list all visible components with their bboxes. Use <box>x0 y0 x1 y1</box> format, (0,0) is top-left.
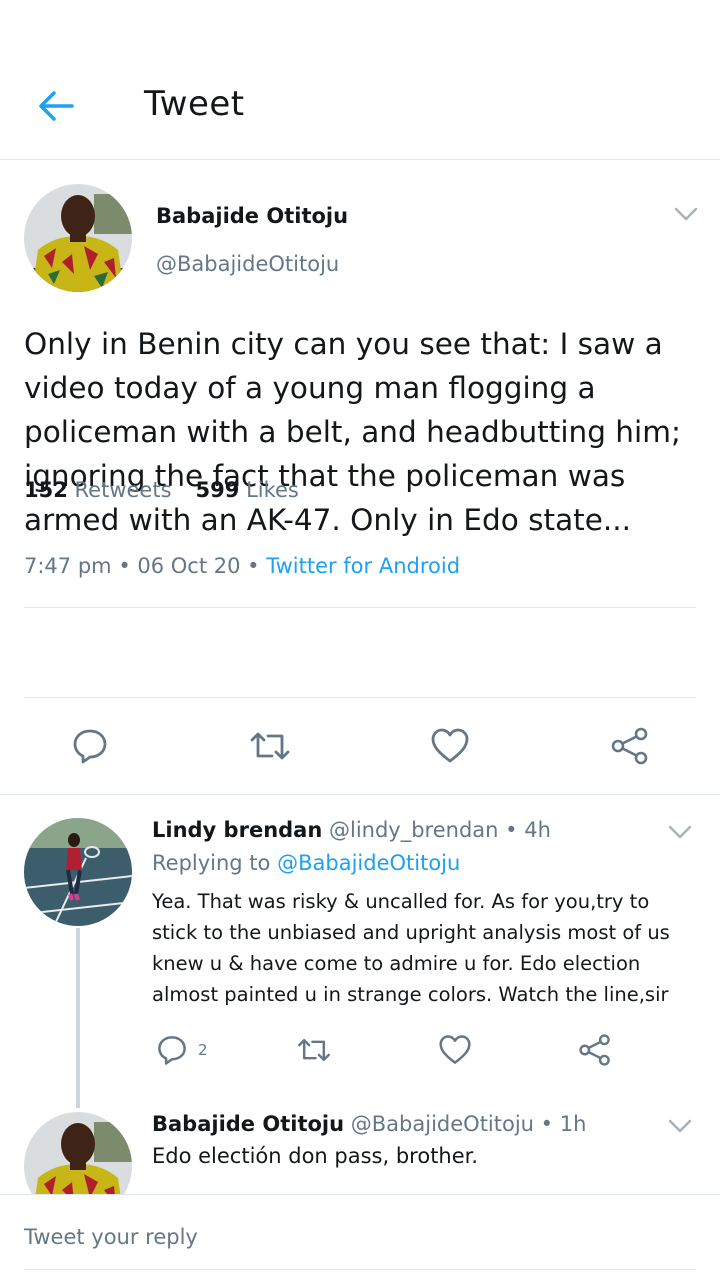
replying-label: Replying to <box>152 851 271 875</box>
reply-author-handle[interactable]: @BabajideOtitoju <box>351 1112 534 1136</box>
reply-author-handle[interactable]: @lindy_brendan <box>329 818 498 842</box>
reply-button[interactable]: 2 <box>156 1030 208 1070</box>
replying-to: Replying to @BabajideOtitoju <box>152 851 460 875</box>
separator-dot: • <box>540 1112 560 1136</box>
reply-button[interactable] <box>68 724 112 768</box>
reply-text: Edo electión don pass, brother. <box>152 1144 479 1168</box>
retweet-button[interactable] <box>248 724 292 768</box>
reply-author-name[interactable]: Babajide Otitoju <box>152 1112 344 1136</box>
retweet-button[interactable] <box>296 1030 332 1070</box>
author-handle[interactable]: @BabajideOtitoju <box>156 252 339 276</box>
separator-dot: • <box>505 818 525 842</box>
back-button[interactable] <box>30 84 82 128</box>
reply-age: 1h <box>559 1112 587 1136</box>
status-bar <box>0 0 720 56</box>
share-icon <box>611 727 648 765</box>
chevron-down-icon[interactable] <box>666 1116 694 1136</box>
retweet-label: Retweets <box>74 478 172 502</box>
tweet-text: Only in Benin city can you see that: I s… <box>24 327 681 537</box>
share-button[interactable] <box>578 1030 612 1070</box>
avatar[interactable] <box>24 184 132 292</box>
divider <box>24 697 696 698</box>
separator-dot: • <box>247 554 267 578</box>
section-divider <box>0 794 720 795</box>
avatar-photo <box>24 818 132 926</box>
reply-header: Babajide Otitoju @BabajideOtitoju • 1h <box>152 1112 586 1136</box>
reply-count: 2 <box>198 1041 208 1059</box>
divider <box>24 607 696 608</box>
reply-header: Lindy brendan @lindy_brendan • 4h <box>152 818 551 842</box>
heart-icon <box>431 728 469 763</box>
heart-icon <box>439 1035 471 1064</box>
input-underline <box>24 1269 696 1270</box>
tweet-stats: 152 Retweets 599 Likes <box>24 478 299 502</box>
share-button[interactable] <box>608 724 652 768</box>
tweet-source[interactable]: Twitter for Android <box>266 554 460 578</box>
chevron-down-icon[interactable] <box>672 204 700 224</box>
separator-dot: • <box>118 554 138 578</box>
share-icon <box>579 1034 610 1066</box>
page-title: Tweet <box>144 84 245 124</box>
chevron-down-icon[interactable] <box>666 822 694 842</box>
app-bar: Tweet <box>0 56 720 160</box>
author-name[interactable]: Babajide Otitoju <box>156 204 348 228</box>
reply-author-name[interactable]: Lindy brendan <box>152 818 322 842</box>
like-count: 599 <box>195 478 240 502</box>
reply-text: Yea. That was risky & uncalled for. As f… <box>152 890 670 1006</box>
retweet-icon <box>250 732 290 760</box>
retweet-icon <box>298 1038 330 1062</box>
tweet-meta: 7:47 pm • 06 Oct 20 • Twitter for Androi… <box>24 554 460 578</box>
retweet-count: 152 <box>24 478 68 502</box>
tweet-time: 7:47 pm <box>24 554 112 578</box>
reply-composer <box>0 1194 720 1280</box>
like-stat[interactable]: 599 Likes <box>196 478 299 502</box>
avatar-photo <box>24 184 132 292</box>
like-label: Likes <box>246 478 299 502</box>
like-button[interactable] <box>428 724 472 768</box>
thread-line <box>76 928 80 1108</box>
reply-age: 4h <box>524 818 551 842</box>
arrow-left-icon <box>39 91 74 121</box>
retweet-stat[interactable]: 152 Retweets <box>24 478 172 502</box>
reply-icon <box>73 729 107 764</box>
replying-to-handle[interactable]: @BabajideOtitoju <box>277 851 460 875</box>
like-button[interactable] <box>438 1030 472 1070</box>
avatar[interactable] <box>24 818 132 926</box>
reply-input[interactable] <box>24 1225 684 1249</box>
tweet-date: 06 Oct 20 <box>137 554 241 578</box>
reply-icon <box>158 1036 186 1065</box>
